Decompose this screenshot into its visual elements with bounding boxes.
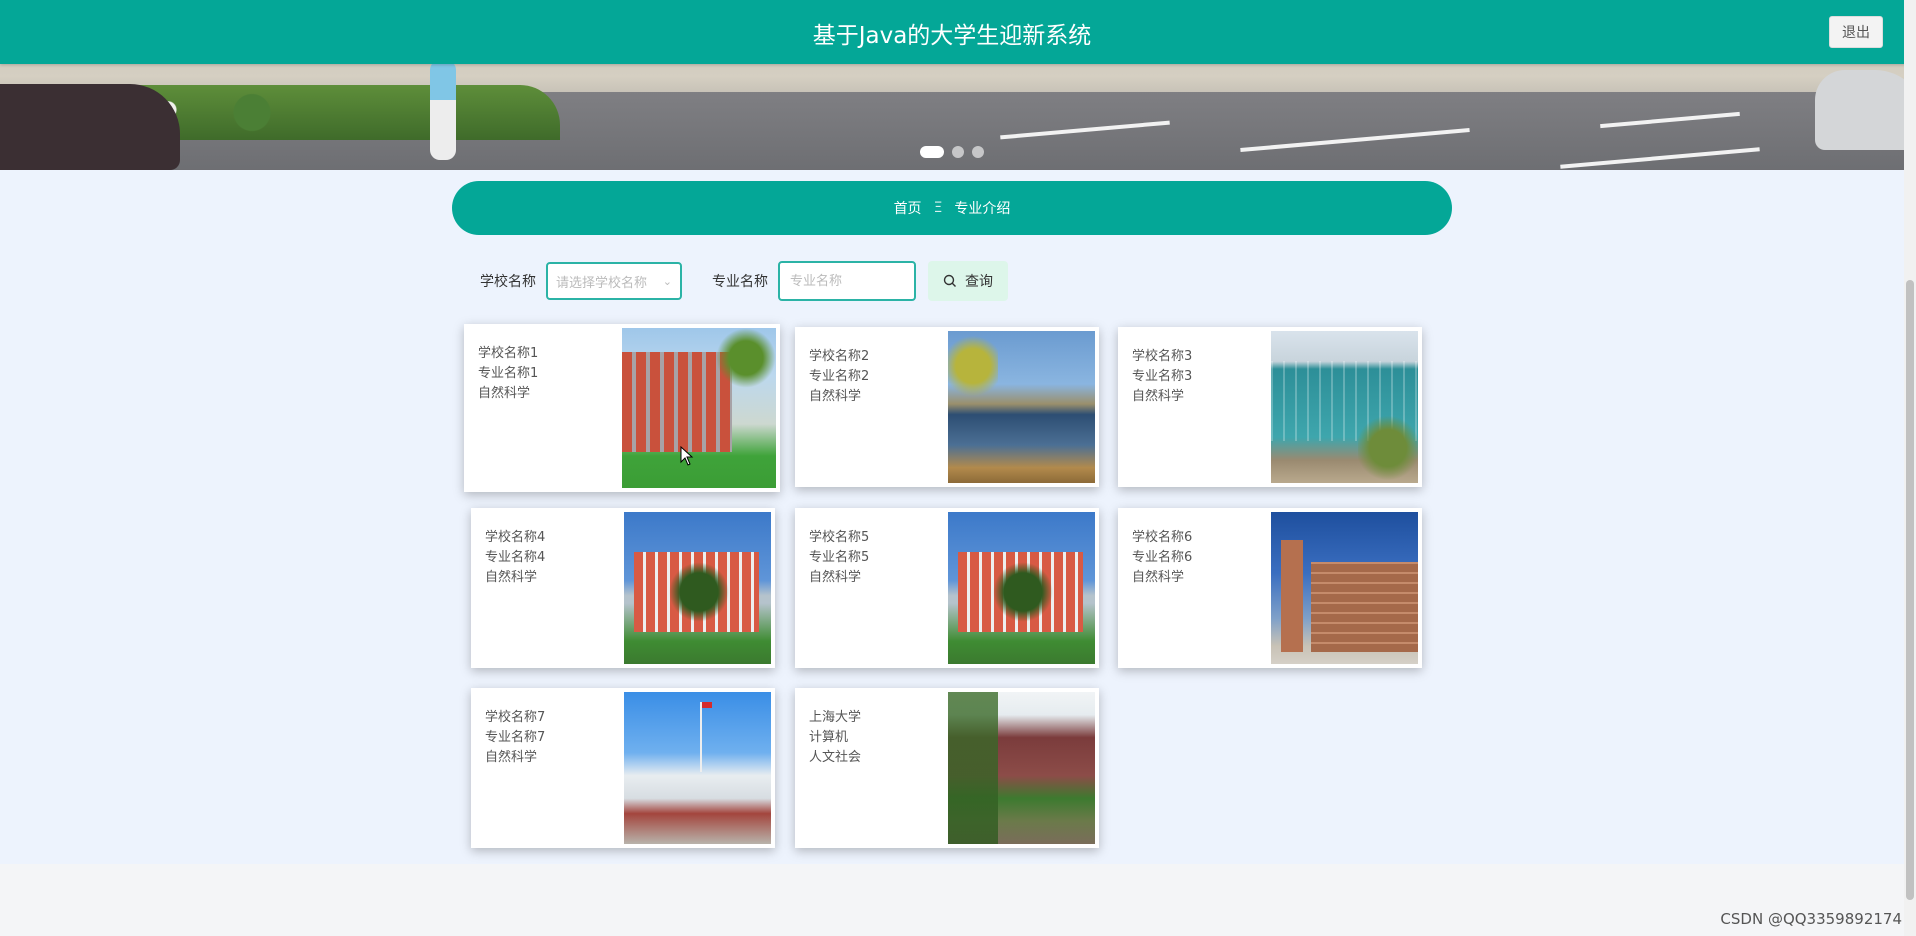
card-school: 学校名称3 <box>1132 349 1193 364</box>
carousel-indicators <box>920 146 984 158</box>
watermark: CSDN @QQ3359892174 <box>1720 910 1902 928</box>
school-select[interactable]: 请选择学校名称 ⌄ <box>546 262 682 300</box>
breadcrumb-current: 专业介绍 <box>954 201 1011 217</box>
school-select-placeholder: 请选择学校名称 <box>556 275 648 291</box>
search-form: 学校名称 请选择学校名称 ⌄ 专业名称 查询 <box>480 260 1008 302</box>
hero-pedestrian <box>430 60 456 160</box>
major-input[interactable] <box>778 261 916 301</box>
carousel-dot[interactable] <box>972 146 984 158</box>
card-school: 学校名称1 <box>478 346 539 361</box>
card-category: 自然科学 <box>485 570 538 585</box>
card-major: 专业名称3 <box>1132 369 1193 384</box>
card-image <box>948 692 1095 844</box>
card-category: 自然科学 <box>809 389 862 404</box>
card-major: 专业名称4 <box>485 550 546 565</box>
card-text: 学校名称2 专业名称2 自然科学 <box>809 347 869 407</box>
major-card[interactable]: 学校名称5 专业名称5 自然科学 <box>795 508 1099 668</box>
card-text: 学校名称7 专业名称7 自然科学 <box>485 708 545 768</box>
card-image <box>948 512 1095 664</box>
carousel-dot[interactable] <box>952 146 964 158</box>
card-image <box>948 331 1095 483</box>
major-card[interactable]: 学校名称1 专业名称1 自然科学 <box>464 324 780 492</box>
card-major: 专业名称5 <box>809 550 870 565</box>
school-label: 学校名称 <box>480 274 536 290</box>
scrollbar-thumb[interactable] <box>1906 280 1914 900</box>
card-major: 计算机 <box>809 730 849 745</box>
card-category: 人文社会 <box>809 750 862 765</box>
breadcrumb-home[interactable]: 首页 <box>894 198 922 218</box>
breadcrumb: 首页 Ξ 专业介绍 <box>452 181 1452 235</box>
top-navbar: 基于Java的大学生迎新系统 退出 <box>0 0 1916 64</box>
logout-button[interactable]: 退出 <box>1829 16 1883 48</box>
app-title: 基于Java的大学生迎新系统 <box>812 23 1092 49</box>
major-label: 专业名称 <box>712 274 768 290</box>
card-text: 学校名称1 专业名称1 自然科学 <box>478 344 538 404</box>
card-category: 自然科学 <box>1132 570 1185 585</box>
major-card[interactable]: 学校名称7 专业名称7 自然科学 <box>471 688 775 848</box>
search-button[interactable]: 查询 <box>928 261 1008 301</box>
card-school: 上海大学 <box>809 710 862 725</box>
major-card[interactable]: 学校名称2 专业名称2 自然科学 <box>795 327 1099 487</box>
card-text: 上海大学 计算机 人文社会 <box>809 708 861 768</box>
card-image <box>624 692 771 844</box>
card-text: 学校名称4 专业名称4 自然科学 <box>485 528 545 588</box>
breadcrumb-separator-icon: Ξ <box>933 200 943 216</box>
card-school: 学校名称5 <box>809 530 870 545</box>
card-major: 专业名称6 <box>1132 550 1193 565</box>
card-school: 学校名称7 <box>485 710 546 725</box>
card-category: 自然科学 <box>478 386 531 401</box>
search-button-label: 查询 <box>965 274 993 290</box>
card-image <box>1271 512 1418 664</box>
hero-car-left <box>0 84 180 170</box>
hero-car-right <box>1815 70 1904 150</box>
card-major: 专业名称2 <box>809 369 870 384</box>
chevron-down-icon: ⌄ <box>662 275 672 288</box>
carousel-dot[interactable] <box>920 146 944 158</box>
page-scrollbar[interactable] <box>1904 0 1916 936</box>
card-school: 学校名称6 <box>1132 530 1193 545</box>
major-card[interactable]: 学校名称6 专业名称6 自然科学 <box>1118 508 1422 668</box>
card-category: 自然科学 <box>809 570 862 585</box>
card-category: 自然科学 <box>1132 389 1185 404</box>
major-card[interactable]: 上海大学 计算机 人文社会 <box>795 688 1099 848</box>
card-school: 学校名称2 <box>809 349 870 364</box>
major-card[interactable]: 学校名称4 专业名称4 自然科学 <box>471 508 775 668</box>
card-school: 学校名称4 <box>485 530 546 545</box>
card-major: 专业名称7 <box>485 730 546 745</box>
card-text: 学校名称3 专业名称3 自然科学 <box>1132 347 1192 407</box>
card-category: 自然科学 <box>485 750 538 765</box>
card-text: 学校名称6 专业名称6 自然科学 <box>1132 528 1192 588</box>
search-icon <box>943 274 956 287</box>
card-image <box>624 512 771 664</box>
card-text: 学校名称5 专业名称5 自然科学 <box>809 528 869 588</box>
major-card[interactable]: 学校名称3 专业名称3 自然科学 <box>1118 327 1422 487</box>
mouse-cursor-icon <box>680 446 694 466</box>
card-major: 专业名称1 <box>478 366 539 381</box>
card-image <box>1271 331 1418 483</box>
card-image <box>622 328 776 488</box>
